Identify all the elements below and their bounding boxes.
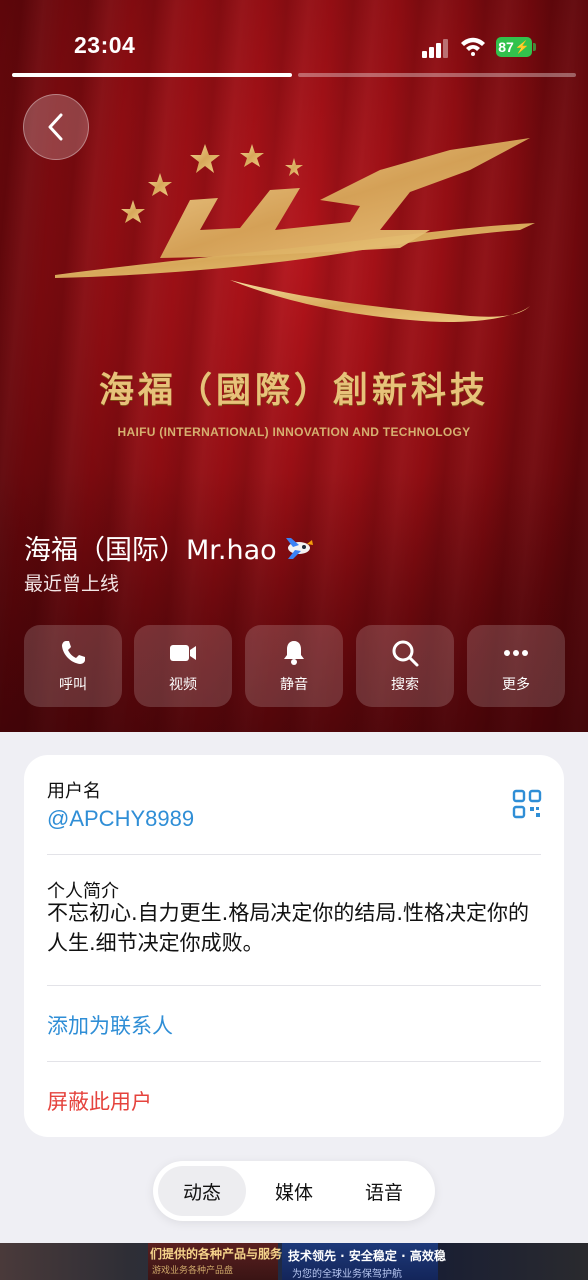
more-button[interactable]: 更多 xyxy=(467,625,565,707)
divider xyxy=(47,854,541,855)
call-label: 呼叫 xyxy=(59,677,87,693)
bio-text: 不忘初心.自力更生.格局决定你的结局.性格决定你的人生.细节决定你成败。 xyxy=(47,901,530,955)
brand-logo-art xyxy=(55,138,535,323)
video-button[interactable]: 视频 xyxy=(134,625,232,707)
battery-level: 87 xyxy=(498,39,514,55)
tab-posts[interactable]: 动态 xyxy=(158,1166,246,1216)
brand-name-chinese: 海福（國際）創新科技 xyxy=(98,370,489,411)
ad-right-text: 技术领先 · 安全稳定 · 高效稳 xyxy=(288,1249,446,1263)
divider xyxy=(47,1061,541,1062)
action-buttons: 呼叫 视频 静音 搜索 更多 xyxy=(24,625,565,707)
brand-name-english: HAIFU (INTERNATIONAL) INNOVATION AND TEC… xyxy=(117,425,471,439)
story-progress-bar-1 xyxy=(12,73,292,77)
tab-voice[interactable]: 语音 xyxy=(340,1166,428,1216)
video-label: 视频 xyxy=(169,677,197,693)
divider xyxy=(47,985,541,986)
search-label: 搜索 xyxy=(391,677,419,693)
ad-left-subtext: 游戏业务各种产品盘 xyxy=(152,1266,234,1276)
back-button[interactable] xyxy=(23,94,89,160)
ad-right-subtext: 为您的全球业务保驾护航 xyxy=(292,1269,402,1280)
media-tabs: 动态 媒体 语音 xyxy=(153,1161,435,1221)
profile-header: 海福（國際）創新科技 HAIFU (INTERNATIONAL) INNOVAT… xyxy=(0,0,588,732)
more-icon xyxy=(504,650,528,656)
search-icon xyxy=(392,640,419,667)
mute-button[interactable]: 静音 xyxy=(245,625,343,707)
profile-name: 海福（国际）Mr.hao xyxy=(24,528,315,567)
video-icon xyxy=(170,645,196,661)
phone-icon xyxy=(62,641,85,664)
search-button[interactable]: 搜索 xyxy=(356,625,454,707)
wifi-icon xyxy=(461,37,485,56)
charging-bolt-icon: ⚡ xyxy=(514,40,530,54)
chevron-left-icon xyxy=(48,113,63,141)
story-progress xyxy=(12,73,576,77)
battery-indicator: 87 ⚡ xyxy=(496,37,532,57)
profile-name-text: 海福（国际）Mr.hao xyxy=(24,535,277,566)
star-2 xyxy=(148,173,172,196)
qr-code-icon[interactable] xyxy=(512,789,542,819)
last-seen-status: 最近曾上线 xyxy=(24,573,120,595)
star-4 xyxy=(240,144,264,167)
cellular-signal-icon xyxy=(422,39,448,58)
add-contact-link[interactable]: 添加为联系人 xyxy=(47,1010,173,1040)
username-value[interactable]: @APCHY8989 xyxy=(47,806,194,832)
mute-label: 静音 xyxy=(280,677,308,693)
block-user-link[interactable]: 屏蔽此用户 xyxy=(47,1086,152,1116)
tab-media[interactable]: 媒体 xyxy=(250,1166,338,1216)
story-progress-bar-2 xyxy=(298,73,576,77)
bell-icon xyxy=(284,641,304,665)
more-label: 更多 xyxy=(502,677,530,693)
username-label: 用户名 xyxy=(47,781,101,802)
status-bar: 23:04 87 ⚡ xyxy=(0,0,588,70)
ad-left-text: 们提供的各种产品与服务 xyxy=(150,1247,283,1261)
clock: 23:04 xyxy=(74,32,136,58)
star-5 xyxy=(285,158,303,176)
airplane-emoji-icon xyxy=(285,537,313,559)
star-1 xyxy=(121,200,145,223)
star-3 xyxy=(190,144,220,173)
call-button[interactable]: 呼叫 xyxy=(24,625,122,707)
